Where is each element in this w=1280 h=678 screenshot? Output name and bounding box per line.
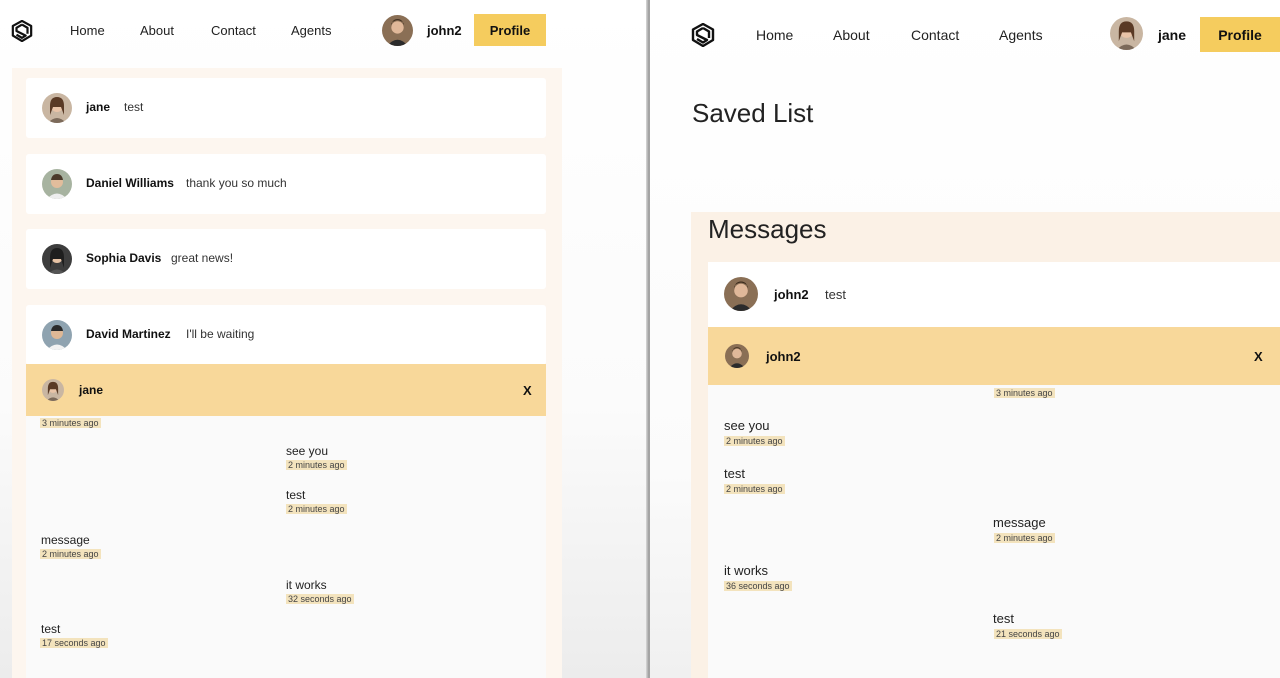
nav-about-link[interactable]: About: [140, 23, 174, 38]
avatar: [42, 169, 72, 199]
avatar: [42, 320, 72, 350]
chat-name: Daniel Williams: [86, 176, 174, 190]
message-time: 2 minutes ago: [286, 460, 347, 470]
chat-name: john2: [774, 287, 809, 302]
message-time: 36 seconds ago: [724, 581, 792, 591]
message-time: 32 seconds ago: [286, 594, 354, 604]
user-avatar[interactable]: [382, 15, 413, 46]
message-time: 17 seconds ago: [40, 638, 108, 648]
chat-item[interactable]: David Martinez I'll be waiting: [26, 305, 546, 365]
chat-last-message: test: [825, 287, 846, 302]
logo-icon[interactable]: [11, 20, 33, 42]
chat-name: Sophia Davis: [86, 251, 162, 265]
user-avatar[interactable]: [1110, 17, 1143, 50]
avatar: [42, 93, 72, 123]
chat-box-header: jane X: [26, 364, 546, 416]
nav-home-link[interactable]: Home: [70, 23, 105, 38]
nav-about-link[interactable]: About: [833, 27, 870, 43]
messages-section: Messages john2 test john2 X 3 minutes ag…: [691, 212, 1280, 678]
left-window: Home About Contact Agents john2 Profile …: [0, 0, 648, 678]
nav-agents-link[interactable]: Agents: [999, 27, 1043, 43]
message-text: message: [993, 515, 1046, 530]
message-time: 2 minutes ago: [724, 436, 785, 446]
profile-button[interactable]: Profile: [1200, 17, 1280, 52]
right-window: Home About Contact Agents jane Profile S…: [650, 0, 1280, 678]
messages-title: Messages: [708, 214, 827, 244]
chat-last-message: test: [124, 100, 144, 114]
message-time: 21 seconds ago: [994, 629, 1062, 639]
message-text: test: [724, 466, 745, 481]
saved-list-title: Saved List: [692, 98, 814, 128]
message-text: test: [41, 622, 61, 636]
message-time: 2 minutes ago: [994, 533, 1055, 543]
close-chat-button[interactable]: X: [523, 383, 532, 398]
close-chat-button[interactable]: X: [1254, 349, 1263, 364]
chat-box-messages: 3 minutes ago see you 2 minutes ago test…: [26, 416, 546, 678]
chat-item[interactable]: jane test: [26, 78, 546, 138]
message-text: test: [993, 611, 1014, 626]
chat-last-message: thank you so much: [186, 176, 287, 190]
nav-username: john2: [427, 23, 462, 38]
chat-box-name: jane: [79, 383, 104, 397]
avatar: [725, 344, 749, 368]
chat-box-header: john2 X: [708, 327, 1280, 385]
message-text: it works: [724, 563, 769, 578]
message-time: 3 minutes ago: [40, 418, 101, 428]
avatar: [42, 244, 72, 274]
profile-button[interactable]: Profile: [474, 14, 546, 46]
message-time: 2 minutes ago: [40, 549, 101, 559]
message-text: see you: [724, 418, 770, 433]
nav-home-link[interactable]: Home: [756, 27, 793, 43]
avatar: [42, 379, 64, 401]
message-time: 2 minutes ago: [286, 504, 347, 514]
chat-last-message: great news!: [171, 251, 234, 265]
nav-username: jane: [1158, 27, 1187, 43]
nav-agents-link[interactable]: Agents: [291, 23, 331, 38]
message-text: it works: [286, 578, 327, 592]
chat-name: David Martinez: [86, 327, 171, 341]
chat-list: jane test Daniel Williams thank you so m…: [12, 68, 562, 678]
message-time: 2 minutes ago: [724, 484, 785, 494]
chat-last-message: I'll be waiting: [186, 327, 255, 341]
message-text: see you: [286, 444, 329, 458]
nav-contact-link[interactable]: Contact: [911, 27, 959, 43]
logo-icon[interactable]: [691, 23, 715, 47]
chat-name: jane: [86, 100, 111, 114]
nav-contact-link[interactable]: Contact: [211, 23, 256, 38]
chat-box-messages: 3 minutes ago see you 2 minutes ago test…: [708, 385, 1280, 678]
message-text: test: [286, 488, 306, 502]
chat-box-name: john2: [766, 349, 801, 364]
chat-item[interactable]: Daniel Williams thank you so much: [26, 154, 546, 214]
message-text: message: [41, 533, 90, 547]
chat-item[interactable]: Sophia Davis great news!: [26, 229, 546, 289]
chat-item[interactable]: john2 test: [708, 262, 1280, 327]
avatar: [724, 277, 758, 311]
message-time: 3 minutes ago: [994, 388, 1055, 398]
